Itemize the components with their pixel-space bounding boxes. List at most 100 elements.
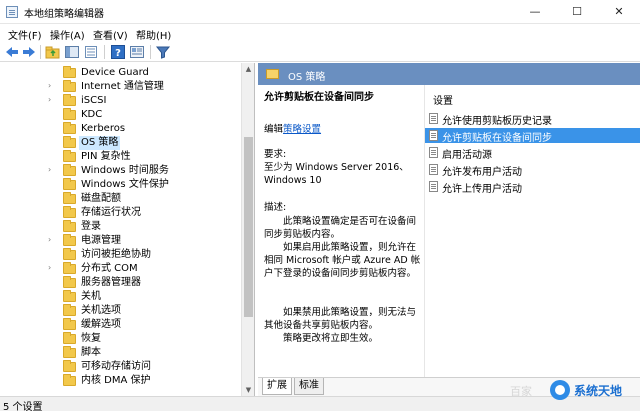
tree-item[interactable]: Device Guard bbox=[0, 66, 240, 80]
back-arrow-icon[interactable] bbox=[4, 44, 20, 60]
tree-item-label: PIN 复杂性 bbox=[81, 151, 131, 162]
menu-action[interactable]: 操作(A) bbox=[50, 27, 85, 42]
tree-item[interactable]: Kerberos bbox=[0, 122, 240, 136]
tree-item[interactable]: 访问被拒绝协助 bbox=[0, 248, 240, 262]
setting-label: 启用活动源 bbox=[442, 150, 492, 161]
export-list-icon[interactable] bbox=[83, 44, 99, 60]
details-header-title: OS 策略 bbox=[288, 72, 326, 83]
tree-item[interactable]: › 电源管理 bbox=[0, 234, 240, 248]
filter-icon[interactable] bbox=[155, 44, 171, 60]
folder-icon bbox=[63, 122, 76, 134]
tree-item[interactable]: 缓解选项 bbox=[0, 318, 240, 332]
tab-extended[interactable]: 扩展 bbox=[262, 378, 292, 395]
setting-row[interactable]: 启用活动源 bbox=[425, 145, 640, 161]
tree-item-label: 关机选项 bbox=[81, 305, 121, 316]
tree-item[interactable]: › Windows 时间服务 bbox=[0, 164, 240, 178]
watermark-faint-text: 百家 bbox=[510, 385, 532, 398]
folder-icon bbox=[63, 94, 76, 106]
tree-item-label: 存储运行状况 bbox=[81, 207, 141, 218]
window-title: 本地组策略编辑器 bbox=[24, 9, 104, 20]
tree-pane[interactable]: Device Guard › Internet 通信管理 › iSCSI KDC Kerbe… bbox=[0, 63, 255, 396]
show-hide-tree-icon[interactable] bbox=[64, 44, 80, 60]
folder-icon bbox=[63, 66, 76, 78]
tree-item[interactable]: 脚本 bbox=[0, 346, 240, 360]
forward-arrow-icon[interactable] bbox=[21, 44, 37, 60]
tree-item[interactable]: 磁盘配额 bbox=[0, 192, 240, 206]
expand-chevron-icon[interactable]: › bbox=[48, 235, 51, 244]
folder-icon bbox=[63, 346, 76, 358]
tree-item[interactable]: PIN 复杂性 bbox=[0, 150, 240, 164]
tree-item-label: 脚本 bbox=[81, 347, 101, 358]
watermark-brand-text: 系统天地 bbox=[574, 384, 623, 398]
menu-help[interactable]: 帮助(H) bbox=[136, 27, 171, 42]
folder-icon bbox=[63, 234, 76, 246]
tree-item[interactable]: › Internet 通信管理 bbox=[0, 80, 240, 94]
description-paragraph: 如果启用此策略设置，则允许在相同 Microsoft 帐户或 Azure AD … bbox=[264, 242, 421, 279]
tree-item[interactable]: 内核 DMA 保护 bbox=[0, 374, 240, 388]
toolbar-separator bbox=[150, 45, 151, 59]
tree-scrollbar[interactable]: ▲ ▼ bbox=[241, 63, 254, 396]
tree-item-label: 登录 bbox=[81, 221, 101, 232]
edit-prefix: 编辑 bbox=[264, 124, 284, 135]
settings-column-header[interactable]: 设置 bbox=[433, 92, 453, 107]
close-button[interactable]: ✕ bbox=[598, 0, 640, 24]
watermark-logo-icon bbox=[550, 380, 570, 400]
tree-item-label: 访问被拒绝协助 bbox=[81, 249, 151, 260]
expand-chevron-icon[interactable]: › bbox=[48, 81, 51, 90]
setting-row[interactable]: 允许上传用户活动 bbox=[425, 179, 640, 195]
watermark: 百家 系统天地 bbox=[508, 376, 640, 406]
tree-item-label: Internet 通信管理 bbox=[81, 81, 164, 92]
tree-item[interactable]: 恢复 bbox=[0, 332, 240, 346]
help-icon[interactable]: ? bbox=[110, 44, 126, 60]
maximize-button[interactable]: ☐ bbox=[556, 0, 598, 24]
expand-chevron-icon[interactable]: › bbox=[48, 95, 51, 104]
tree-item[interactable]: KDC bbox=[0, 108, 240, 122]
details-header: OS 策略 bbox=[258, 63, 640, 85]
tree-item-label: iSCSI bbox=[81, 95, 107, 106]
setting-row[interactable]: 允许使用剪贴板历史记录 bbox=[425, 111, 640, 127]
tree-item[interactable]: 服务器管理器 bbox=[0, 276, 240, 290]
scroll-down-icon[interactable]: ▼ bbox=[242, 384, 254, 396]
description-label: 描述: bbox=[264, 202, 287, 213]
tree-item-label: OS 策略 bbox=[79, 136, 121, 150]
policy-setting-icon bbox=[429, 164, 438, 175]
folder-icon bbox=[63, 374, 76, 386]
scroll-thumb[interactable] bbox=[244, 137, 253, 317]
policy-setting-icon bbox=[429, 147, 438, 158]
tree-item[interactable]: 可移动存储访问 bbox=[0, 360, 240, 374]
expand-chevron-icon[interactable]: › bbox=[48, 263, 51, 272]
up-folder-icon[interactable] bbox=[45, 44, 61, 60]
menu-view[interactable]: 查看(V) bbox=[93, 27, 128, 42]
properties-icon[interactable] bbox=[129, 44, 145, 60]
tree-item-label: Windows 文件保护 bbox=[81, 179, 169, 190]
tree-item[interactable]: 存储运行状况 bbox=[0, 206, 240, 220]
tree-item-label: 电源管理 bbox=[81, 235, 121, 246]
expand-chevron-icon[interactable]: › bbox=[48, 165, 51, 174]
folder-icon bbox=[63, 290, 76, 302]
tree-item[interactable]: 登录 bbox=[0, 220, 240, 234]
minimize-button[interactable]: — bbox=[514, 0, 556, 24]
requirements-text: 至少为 Windows Server 2016、Windows 10 bbox=[264, 162, 409, 186]
svg-text:?: ? bbox=[115, 48, 121, 59]
edit-policy-link[interactable]: 策略设置 bbox=[283, 124, 321, 135]
tree-item[interactable]: OS 策略 bbox=[0, 136, 240, 150]
tree-item[interactable]: 关机 bbox=[0, 290, 240, 304]
app-icon bbox=[6, 6, 18, 18]
setting-row[interactable]: 允许发布用户活动 bbox=[425, 162, 640, 178]
tab-standard[interactable]: 标准 bbox=[294, 378, 324, 395]
tree-item[interactable]: 关机选项 bbox=[0, 304, 240, 318]
tree-item[interactable]: › iSCSI bbox=[0, 94, 240, 108]
description-paragraph: 策略更改将立即生效。 bbox=[283, 333, 379, 344]
tree-item-label: Kerberos bbox=[81, 123, 126, 134]
tree-item-label: 恢复 bbox=[81, 333, 101, 344]
edit-policy-line: 编辑策略设置 bbox=[264, 123, 321, 136]
tree-item[interactable]: Windows 文件保护 bbox=[0, 178, 240, 192]
tree-item-label: 分布式 COM bbox=[81, 263, 138, 274]
menu-file[interactable]: 文件(F) bbox=[8, 27, 42, 42]
setting-row[interactable]: 允许剪贴板在设备间同步 bbox=[425, 128, 640, 144]
scroll-up-icon[interactable]: ▲ bbox=[242, 63, 254, 75]
tree-item[interactable]: › 分布式 COM bbox=[0, 262, 240, 276]
tree-item-label: 磁盘配额 bbox=[81, 193, 121, 204]
folder-icon bbox=[63, 150, 76, 162]
policy-description-panel: 允许剪贴板在设备间同步 编辑策略设置 要求: 至少为 Windows Serve… bbox=[264, 91, 424, 381]
